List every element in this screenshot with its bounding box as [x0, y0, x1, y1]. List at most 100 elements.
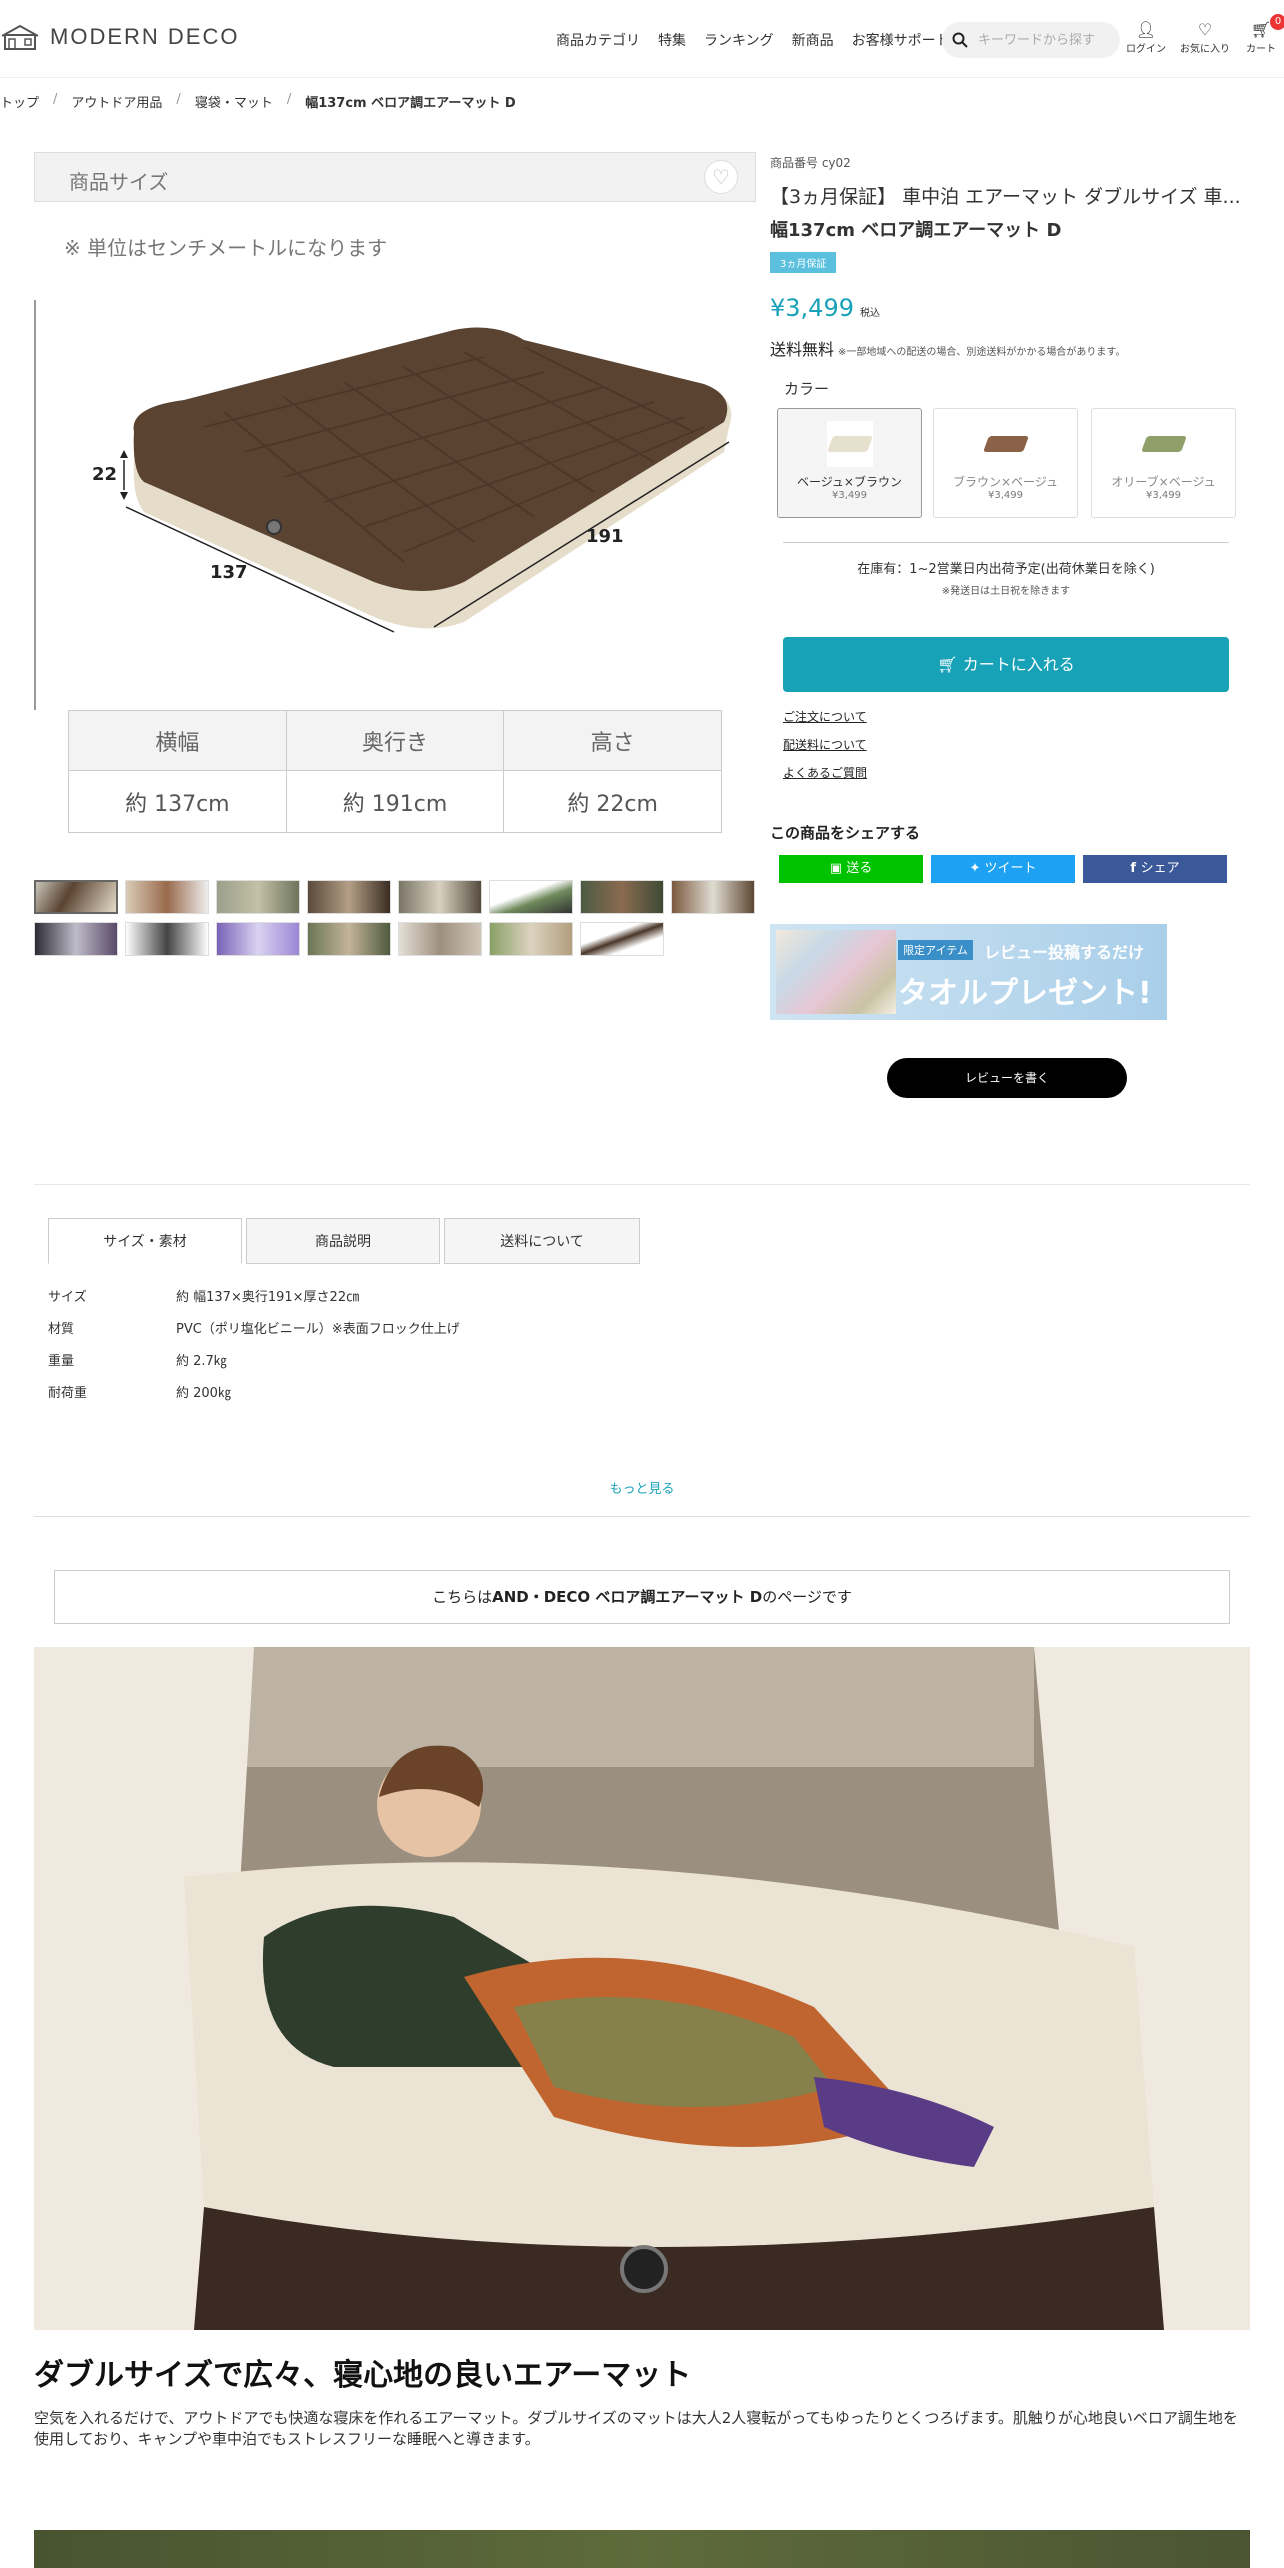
thumbnail[interactable]: [34, 922, 118, 956]
shipping-note: ※一部地域への配送の場合、別途送料がかかる場合があります。: [838, 347, 1126, 358]
user-icon: 👤︎: [1135, 20, 1157, 39]
search-input[interactable]: [976, 31, 1106, 49]
login-label: ログイン: [1126, 44, 1166, 55]
share-heading: この商品をシェアする: [770, 824, 921, 842]
thumbnail[interactable]: [216, 922, 300, 956]
twitter-share-label: ツイート: [984, 861, 1037, 876]
divider: [34, 1184, 1250, 1185]
size-table-cell: 約 22cm: [503, 770, 722, 833]
favorites-button[interactable]: ♡ お気に入り: [1178, 20, 1232, 55]
size-table-cell: 約 191cm: [285, 770, 505, 833]
divider: [34, 1516, 1250, 1517]
line-share-label: 送る: [846, 861, 873, 876]
color-option-beige-brown[interactable]: ベージュ×ブラウン ¥3,499: [777, 408, 922, 518]
add-to-cart-button[interactable]: 🛒︎ カートに入れる: [783, 637, 1229, 692]
cart-icon: 🛒︎: [937, 655, 958, 674]
breadcrumb-item-sleeping[interactable]: 寝袋・マット: [195, 92, 273, 111]
next-section-image: [34, 2530, 1250, 2568]
feature-body: 空気を入れるだけで、アウトドアでも快適な寝床を作れるエアーマット。ダブルサイズの…: [34, 2409, 1238, 2448]
link-order-info[interactable]: ご注文について: [783, 708, 867, 725]
tab-size-material[interactable]: サイズ・素材: [48, 1218, 242, 1264]
nav-item-ranking[interactable]: ランキング: [704, 30, 774, 50]
favorite-heart-icon[interactable]: ♡: [704, 160, 738, 194]
breadcrumb: トップ / アウトドア用品 / 寝袋・マット / 幅137cm ベロア調エアーマット …: [0, 92, 516, 111]
show-more-link[interactable]: もっと見る: [0, 1478, 1284, 1497]
thumbnail[interactable]: [671, 880, 755, 914]
thumbnail[interactable]: [489, 922, 573, 956]
thumbnail[interactable]: [489, 880, 573, 914]
breadcrumb-item-outdoor[interactable]: アウトドア用品: [71, 92, 162, 111]
brand-notice: こちらはAND・DECO ベロア調エアーマット Dのページです: [54, 1570, 1230, 1624]
dim-height-label: 22: [92, 464, 118, 485]
promo-text-line1: レビュー投稿するだけ: [984, 943, 1145, 962]
size-table-cell: 約 137cm: [68, 770, 287, 833]
product-number: 商品番号 cy02: [770, 156, 851, 170]
breadcrumb-item-current: 幅137cm ベロア調エアーマット D: [305, 96, 516, 111]
logo[interactable]: MODERN DECO: [0, 22, 239, 52]
color-option-name: ベージュ×ブラウン: [797, 475, 902, 489]
feature-photo: [34, 1647, 1250, 2330]
thumbnail[interactable]: [216, 880, 300, 914]
brand-notice-name[interactable]: AND・DECO ベロア調エアーマット D: [492, 1588, 762, 1606]
thumbnail[interactable]: [398, 922, 482, 956]
promo-tag: 限定アイテム: [898, 940, 973, 960]
breadcrumb-item-top[interactable]: トップ: [0, 92, 39, 111]
product-title: 【3ヵ月保証】 車中泊 エアーマット ダブルサイズ 車...: [770, 186, 1240, 208]
write-review-button[interactable]: レビューを書く: [887, 1058, 1127, 1098]
main-product-image[interactable]: 商品サイズ ♡ ※ 単位はセンチメートルになります 22 137 191 横幅 …: [34, 152, 756, 838]
cart-button[interactable]: 🛒︎ 0 カート: [1244, 14, 1284, 55]
twitter-share-button[interactable]: ✦ ツイート: [931, 855, 1075, 883]
color-option-olive-beige[interactable]: オリーブ×ベージュ ¥3,499: [1091, 408, 1236, 518]
link-faq[interactable]: よくあるご質問: [783, 764, 867, 781]
facebook-share-button[interactable]: f シェア: [1083, 855, 1227, 883]
thumbnail[interactable]: [307, 922, 391, 956]
nav-item-category[interactable]: 商品カテゴリ: [556, 30, 640, 50]
tab-shipping[interactable]: 送料について: [444, 1218, 640, 1264]
dim-depth-label: 191: [586, 526, 624, 547]
thumbnail[interactable]: [125, 880, 209, 914]
cart-count-badge: 0: [1270, 14, 1284, 30]
link-shipping-info[interactable]: 配送料について: [783, 736, 867, 753]
cart-icon: 🛒︎ 0: [1244, 14, 1284, 40]
spec-value: PVC（ポリ塩化ビニール）※表面フロック仕上げ: [176, 1322, 460, 1337]
stock-status: 在庫有：1~2営業日内出荷予定(出荷休業日を除く): [857, 562, 1155, 577]
size-table: 横幅 奥行き 高さ 約 137cm 約 191cm 約 22cm: [68, 710, 722, 833]
thumbnail[interactable]: [580, 880, 664, 914]
size-table-head: 横幅: [68, 710, 287, 771]
mattress-illustration: [120, 327, 732, 633]
swatch: [1140, 436, 1187, 452]
nav-item-support[interactable]: お客様サポート: [852, 30, 950, 50]
cart-label: カート: [1246, 44, 1276, 55]
color-option-brown-beige[interactable]: ブラウン×ベージュ ¥3,499: [933, 408, 1078, 518]
review-promo-banner[interactable]: 限定アイテム レビュー投稿するだけ タオルプレゼント!: [770, 924, 1167, 1020]
thumbnail[interactable]: [580, 922, 664, 956]
brand-notice-post: のページです: [762, 1588, 852, 1606]
facebook-icon: f: [1130, 861, 1141, 876]
color-option-name: ブラウン×ベージュ: [953, 475, 1058, 489]
line-icon: ▣: [829, 861, 847, 876]
feature-heading: ダブルサイズで広々、寝心地の良いエアーマット: [34, 2358, 692, 2393]
facebook-share-label: シェア: [1140, 861, 1180, 876]
unit-note: ※ 単位はセンチメートルになります: [64, 236, 388, 260]
shipping-free: 送料無料: [770, 340, 835, 359]
search-box: [942, 22, 1120, 58]
main-nav: 商品カテゴリ 特集 ランキング 新商品 お客様サポート: [556, 30, 950, 50]
nav-item-new[interactable]: 新商品: [792, 30, 834, 50]
price: ¥3,499: [770, 294, 854, 322]
line-share-button[interactable]: ▣ 送る: [779, 855, 923, 883]
thumbnail[interactable]: [34, 880, 118, 914]
search-icon[interactable]: [952, 32, 968, 48]
tax-label: 税込: [859, 308, 880, 319]
thumbnail[interactable]: [125, 922, 209, 956]
spec-value: 約 200㎏: [176, 1386, 231, 1401]
stock-note: ※発送日は土日祝を除きます: [941, 586, 1071, 597]
spec-label: 耐荷重: [48, 1386, 88, 1401]
logo-house-icon: [1, 24, 39, 50]
nav-item-feature[interactable]: 特集: [658, 30, 686, 50]
login-button[interactable]: 👤︎ ログイン: [1124, 20, 1168, 55]
tab-description[interactable]: 商品説明: [246, 1218, 440, 1264]
thumbnail[interactable]: [398, 880, 482, 914]
color-option-name: オリーブ×ベージュ: [1111, 475, 1216, 489]
add-to-cart-label: カートに入れる: [962, 655, 1075, 674]
thumbnail[interactable]: [307, 880, 391, 914]
